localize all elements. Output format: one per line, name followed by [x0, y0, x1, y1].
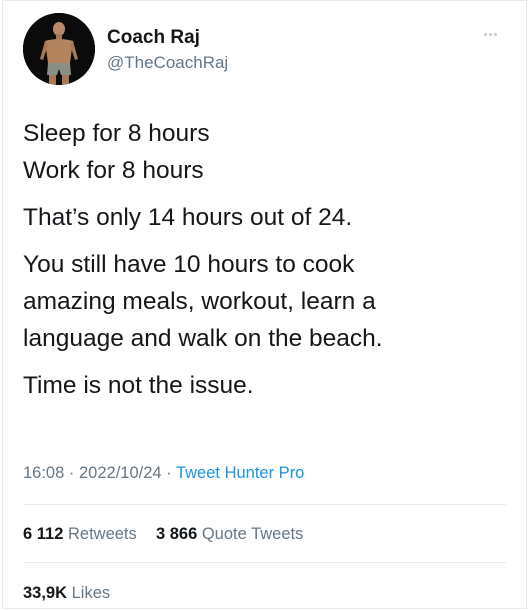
quote-tweets-stat[interactable]: 3 866 Quote Tweets	[156, 525, 303, 543]
likes-stat[interactable]: 33,9K Likes	[23, 584, 110, 602]
tweet-date[interactable]: 2022/10/24	[79, 464, 162, 482]
tweet-line: language and walk on the beach.	[23, 325, 383, 352]
quote-tweets-label: Quote Tweets	[201, 525, 304, 543]
retweets-count: 6 112	[23, 525, 64, 543]
tweet-paragraph: You still have 10 hours to cook amazing …	[23, 246, 503, 357]
divider	[23, 562, 506, 563]
likes-label: Likes	[71, 584, 111, 602]
tweet-line: Time is not the issue.	[23, 372, 254, 399]
tweet-paragraph: Time is not the issue.	[23, 367, 503, 404]
tweet-paragraph: Sleep for 8 hours Work for 8 hours	[23, 115, 503, 189]
tweet-line: That’s only 14 hours out of 24.	[23, 204, 353, 231]
tweet-text: Sleep for 8 hours Work for 8 hours That’…	[23, 115, 503, 414]
tweet-source-link[interactable]: Tweet Hunter Pro	[176, 464, 304, 482]
author-name[interactable]: Coach Raj	[107, 27, 200, 49]
engagement-stats: 6 112 Retweets 3 866 Quote Tweets	[23, 525, 303, 544]
tweet-header: Coach Raj @TheCoachRaj	[23, 13, 506, 89]
author-handle[interactable]: @TheCoachRaj	[107, 53, 228, 73]
quote-tweets-count: 3 866	[155, 525, 198, 543]
likes-count: 33,9K	[23, 584, 68, 602]
tweet-time[interactable]: 16:08	[23, 464, 64, 482]
retweets-stat[interactable]: 6 112 Retweets	[23, 525, 141, 543]
tweet-line: Sleep for 8 hours	[23, 120, 210, 147]
tweet-line: You still have 10 hours to cook	[23, 251, 355, 278]
tweet-meta: 16:08 · 2022/10/24 · Tweet Hunter Pro	[23, 464, 304, 483]
meta-separator: ·	[166, 464, 172, 482]
retweets-label: Retweets	[67, 525, 137, 543]
tweet-line: Work for 8 hours	[23, 157, 204, 184]
divider	[23, 504, 506, 505]
likes-stat-row: 33,9K Likes	[23, 584, 110, 603]
tweet-paragraph: That’s only 14 hours out of 24.	[23, 199, 503, 236]
avatar-image	[23, 13, 95, 85]
avatar[interactable]	[23, 13, 95, 85]
tweet-card: Coach Raj @TheCoachRaj Sleep for 8 hours…	[2, 0, 527, 609]
more-horizontal-icon[interactable]	[484, 23, 510, 37]
tweet-line: amazing meals, workout, learn a	[23, 288, 376, 315]
meta-separator: ·	[68, 464, 75, 482]
